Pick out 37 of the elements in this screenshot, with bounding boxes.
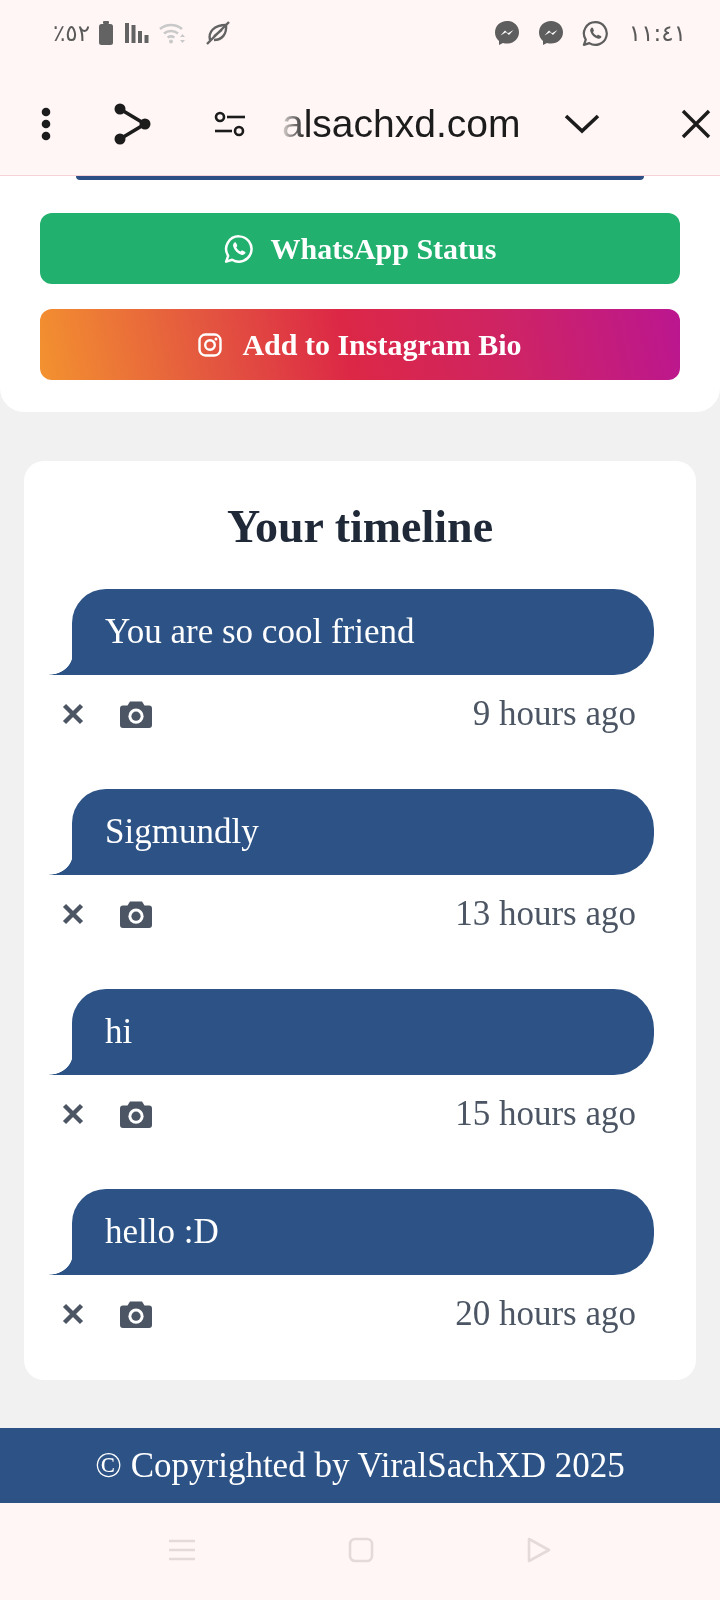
sliders-icon[interactable] <box>214 110 246 137</box>
camera-icon[interactable] <box>120 1100 152 1128</box>
close-icon[interactable] <box>681 108 711 139</box>
close-icon[interactable] <box>62 1103 84 1125</box>
menu-icon[interactable] <box>41 106 51 141</box>
whatsapp-status-button[interactable]: WhatsApp Status <box>40 213 680 284</box>
whatsapp-icon <box>223 233 254 264</box>
battery-icon <box>99 21 114 45</box>
timestamp: 20 hours ago <box>455 1294 636 1334</box>
signal-icon <box>125 23 150 43</box>
instagram-bio-button[interactable]: Add to Instagram Bio <box>40 309 680 380</box>
clock-time: ١١:٤١ <box>628 19 686 47</box>
camera-icon[interactable] <box>120 700 152 728</box>
close-icon[interactable] <box>62 703 84 725</box>
battery-percent: ٪٥٢ <box>53 19 91 47</box>
timestamp: 9 hours ago <box>472 694 636 734</box>
whatsapp-icon <box>581 19 609 47</box>
chevron-down-icon[interactable] <box>564 113 600 134</box>
timestamp: 15 hours ago <box>455 1094 636 1134</box>
camera-icon[interactable] <box>120 900 152 928</box>
message-bubble: Sigmundly <box>49 789 654 875</box>
camera-icon[interactable] <box>120 1300 152 1328</box>
copyright-text: © Copyrighted by ViralSachXD 2025 <box>95 1445 625 1486</box>
message-bubble: hi <box>49 989 654 1075</box>
url-text[interactable]: alsachxd.com <box>282 100 532 147</box>
close-icon[interactable] <box>62 903 84 925</box>
message-bubble: hello :D <box>49 1189 654 1275</box>
share-icon[interactable] <box>112 102 152 145</box>
close-icon[interactable] <box>62 1303 84 1325</box>
slashed-leaf-icon <box>205 20 232 46</box>
timestamp: 13 hours ago <box>455 894 636 934</box>
message-bubble: You are so cool friend <box>49 589 654 675</box>
chat-bubble-icon <box>537 20 564 46</box>
instagram-icon <box>198 332 223 357</box>
section-title: Your timeline <box>225 503 495 551</box>
wifi-icon <box>159 22 187 44</box>
chat-bubble-icon <box>493 20 520 46</box>
